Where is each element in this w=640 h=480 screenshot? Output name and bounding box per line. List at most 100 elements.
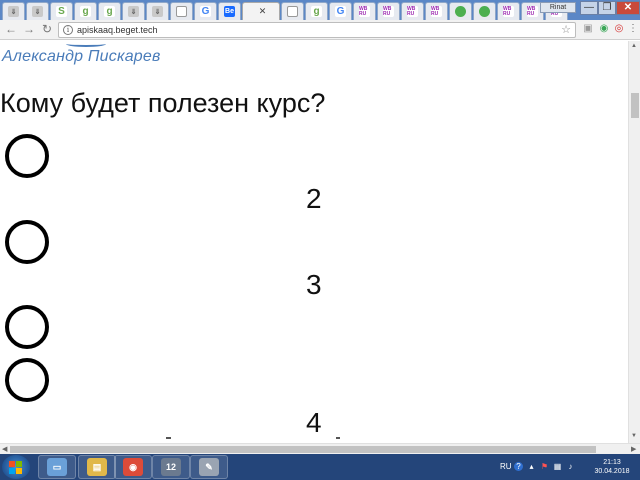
option-number-2: 2 xyxy=(306,183,322,214)
behance-icon: Be xyxy=(224,6,235,17)
browser-tab-6[interactable]: ⇓ xyxy=(122,2,145,20)
browser-tab-9[interactable]: G xyxy=(194,2,217,20)
reload-icon: ↻ xyxy=(41,22,53,36)
back-button[interactable]: ← xyxy=(4,22,18,36)
taskbar-chrome-button[interactable]: ◉ xyxy=(114,455,152,479)
start-button[interactable] xyxy=(2,455,30,479)
taskbar-file-explorer-button[interactable]: ▤ xyxy=(78,455,116,479)
browser-tab-16[interactable]: WB RU xyxy=(377,2,400,20)
earth-icon xyxy=(479,6,490,17)
windows-logo-icon xyxy=(9,461,15,467)
close-tab-icon[interactable]: ✕ xyxy=(259,6,267,17)
taskbar-tool-button[interactable]: ✎ xyxy=(190,455,228,479)
vertical-scrollbar[interactable]: ▲ ▼ xyxy=(628,41,640,443)
bookmark-star-icon[interactable]: ☆ xyxy=(561,23,571,37)
address-bar[interactable]: i apiskaaq.beget.tech ☆ xyxy=(58,22,576,38)
window-controls: — ❐ ✕ xyxy=(580,1,640,15)
forward-button[interactable]: → xyxy=(22,22,36,36)
forward-arrow-icon: → xyxy=(23,22,35,36)
horizontal-scrollbar[interactable]: ◀ ▶ xyxy=(0,443,640,454)
profile-button[interactable]: Rinat xyxy=(540,2,576,13)
browser-tab-14[interactable]: G xyxy=(329,2,352,20)
download-icon: ⇓ xyxy=(152,6,163,17)
earth-icon xyxy=(455,6,466,17)
browser-tab-21[interactable]: WB RU xyxy=(497,2,520,20)
network-icon[interactable]: ▦ xyxy=(553,462,562,471)
chrome-icon: ◉ xyxy=(123,458,143,476)
horizontal-scroll-thumb[interactable] xyxy=(10,446,596,453)
reload-button[interactable]: ↻ xyxy=(40,22,54,36)
clock-time: 21:13 xyxy=(603,459,621,466)
browser-tab-12[interactable] xyxy=(281,2,304,20)
browser-tab-11[interactable]: ✕ xyxy=(242,2,280,20)
wb-icon: WB RU xyxy=(431,6,442,17)
vertical-scroll-thumb[interactable] xyxy=(631,93,639,118)
close-button[interactable]: ✕ xyxy=(616,1,640,15)
radio-option-1[interactable] xyxy=(5,134,49,178)
webinar-icon: 12 xyxy=(161,458,181,476)
clock[interactable]: 21:13 30.04.2018 xyxy=(584,458,640,476)
browser-tab-10[interactable]: Be xyxy=(218,2,241,20)
browser-tab-1[interactable]: ⇓ xyxy=(2,2,25,20)
option-number-3: 3 xyxy=(306,269,322,300)
tool-icon: ✎ xyxy=(199,458,219,476)
info-icon[interactable]: i xyxy=(63,25,73,35)
extension-icon-grey[interactable]: ▣ xyxy=(582,23,594,35)
browser-tab-4[interactable]: g xyxy=(74,2,97,20)
g-icon: g xyxy=(311,6,322,17)
url-text[interactable]: apiskaaq.beget.tech xyxy=(77,24,158,37)
browser-tab-13[interactable]: g xyxy=(305,2,328,20)
system-tray: RU ? ▴ ⚑ ▦ ♪ 21:13 30.04.2018 xyxy=(496,456,640,478)
radio-option-2[interactable] xyxy=(5,220,49,264)
wb-icon: WB RU xyxy=(359,6,370,17)
site-logo[interactable]: Александр Пискарев xyxy=(2,48,161,66)
browser-tab-2[interactable]: ⇓ xyxy=(26,2,49,20)
browser-tab-5[interactable]: g xyxy=(98,2,121,20)
browser-tab-7[interactable]: ⇓ xyxy=(146,2,169,20)
tab-strip: ⇓ ⇓ Sg g ⇓ ⇓ G Be ✕ g G WB RU WB RU WB RU WB RU WB RU WB… xyxy=(0,0,640,20)
wb-icon: WB RU xyxy=(527,6,538,17)
browser-tab-15[interactable]: WB RU xyxy=(353,2,376,20)
radio-option-4[interactable] xyxy=(5,358,49,402)
maximize-button[interactable]: ❐ xyxy=(598,1,616,15)
page-viewport: Александр Пискарев Кому будет полезен ку… xyxy=(0,41,628,443)
download-icon: ⇓ xyxy=(8,6,19,17)
download-icon: ⇓ xyxy=(32,6,43,17)
browser-tab-20[interactable] xyxy=(473,2,496,20)
volume-icon[interactable]: ♪ xyxy=(566,462,575,471)
browser-tab-19[interactable] xyxy=(449,2,472,20)
browser-tab-3[interactable]: S xyxy=(50,2,73,20)
logo-swoosh xyxy=(66,41,106,47)
language-indicator[interactable]: RU xyxy=(500,462,512,471)
file-explorer-icon: ▤ xyxy=(87,458,107,476)
windows-logo-icon xyxy=(9,468,15,474)
up-arrow-icon[interactable]: ▴ xyxy=(527,462,536,471)
browser-toolbar: ← → ↻ i apiskaaq.beget.tech ☆ ▣ ◉ ◎ ⋮ xyxy=(0,20,640,40)
taskbar-webinar-button[interactable]: 12 xyxy=(152,455,190,479)
browser-tab-8[interactable] xyxy=(170,2,193,20)
radio-option-3[interactable] xyxy=(5,305,49,349)
google-icon: G xyxy=(335,6,346,17)
clock-date: 30.04.2018 xyxy=(594,468,630,475)
g-icon: g xyxy=(80,6,91,17)
extension-icon-green[interactable]: ◉ xyxy=(598,23,610,35)
scroll-down-arrow-icon[interactable]: ▼ xyxy=(631,433,637,439)
flag-icon[interactable]: ⚑ xyxy=(540,462,549,471)
windows-logo-icon xyxy=(16,468,22,474)
browser-tab-17[interactable]: WB RU xyxy=(401,2,424,20)
document-icon xyxy=(176,6,187,17)
menu-icon[interactable]: ⋮ xyxy=(627,23,639,35)
minimize-button[interactable]: — xyxy=(580,1,598,15)
wb-icon: WB RU xyxy=(383,6,394,17)
taskbar-window-switcher-button[interactable]: ▭ xyxy=(38,455,76,479)
help-icon[interactable]: ? xyxy=(514,462,523,471)
browser-tab-18[interactable]: WB RU xyxy=(425,2,448,20)
scroll-up-arrow-icon[interactable]: ▲ xyxy=(631,43,637,49)
s-icon: S xyxy=(56,6,67,17)
windows-logo-icon xyxy=(16,461,22,467)
back-arrow-icon: ← xyxy=(5,22,17,36)
g-icon: g xyxy=(104,6,115,17)
google-icon: G xyxy=(200,6,211,17)
wb-icon: WB RU xyxy=(503,6,514,17)
extension-icon-red[interactable]: ◎ xyxy=(613,23,625,35)
